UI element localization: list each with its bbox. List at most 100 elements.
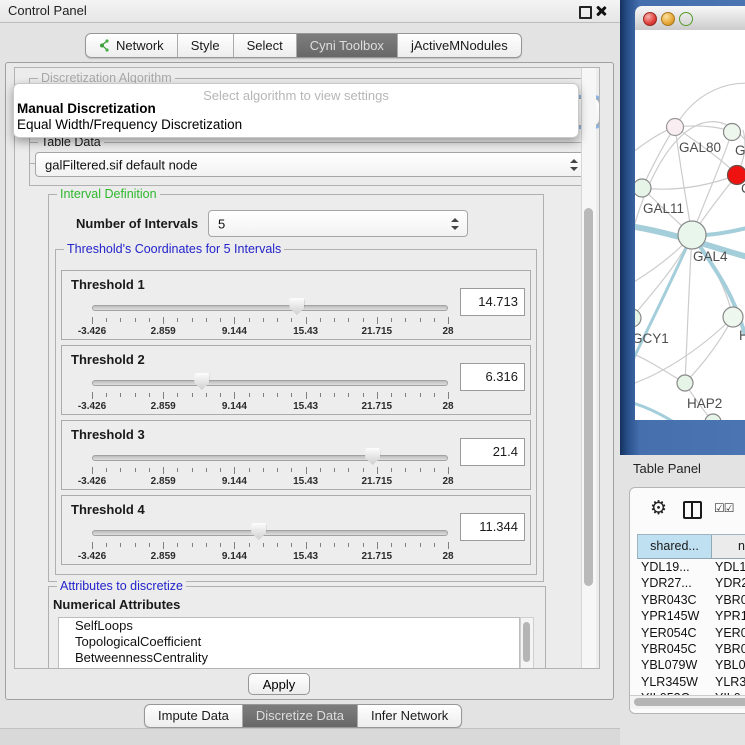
node-label: HAP2 [687, 396, 722, 411]
column-header-name[interactable]: na [712, 535, 745, 558]
network-edge-highlighted[interactable] [635, 235, 692, 368]
attribute-item[interactable]: BetweennessCentrality [59, 650, 519, 666]
node-gal11[interactable] [635, 179, 651, 197]
network-canvas[interactable]: GAL80GACGAL11GAL4GCY1HHAP2 [635, 30, 745, 420]
table-row[interactable]: YDR27...YDR2 [637, 575, 745, 591]
table-horizontal-scrollbar[interactable] [630, 695, 745, 709]
network-window-titlebar[interactable] [635, 6, 745, 31]
discretize-scroll-area: Discretization Algorithm Table Data galF… [14, 67, 600, 669]
control-panel-titlebar: Control Panel [0, 0, 620, 23]
tab-discretize-data[interactable]: Discretize Data [242, 705, 357, 727]
column-header-shared[interactable]: shared... [638, 535, 712, 558]
numerical-attributes-list[interactable]: SelfLoopsTopologicalCoefficientBetweenne… [58, 617, 520, 669]
table-data-combobox[interactable]: galFiltered.sif default node [35, 152, 587, 177]
cell-shared-name: YBL079W [637, 657, 711, 673]
cell-name: YPR1 [711, 608, 745, 624]
traffic-light-close-icon[interactable] [643, 12, 657, 26]
node-pink[interactable] [667, 119, 684, 136]
algorithm-option-2[interactable]: Equal Width/Frequency Discretization [16, 117, 576, 133]
threshold-label: Threshold 2 [71, 352, 145, 367]
threshold-slider[interactable]: -3.4262.8599.14415.4321.71528 [92, 451, 448, 485]
float-icon[interactable] [579, 6, 592, 19]
table-row[interactable]: YER054CYER0 [637, 625, 745, 641]
slider-track[interactable] [92, 380, 448, 386]
node-hap2[interactable] [677, 375, 693, 391]
slider-thumb[interactable] [365, 448, 380, 465]
table-row[interactable]: YPR145WYPR1 [637, 608, 745, 624]
checkbox-icons[interactable]: ☑☑ [714, 501, 734, 515]
node-table: shared... na YDL19...YDL1YDR27...YDR2YBR… [637, 534, 745, 696]
apply-button[interactable]: Apply [248, 673, 310, 695]
tab-select[interactable]: Select [233, 34, 296, 57]
table-row[interactable]: YDL19...YDL1 [637, 559, 745, 575]
threshold-value-field[interactable]: 14.713 [460, 288, 525, 316]
threshold-label: Threshold 3 [71, 427, 145, 442]
threshold-slider[interactable]: -3.4262.8599.14415.4321.71528 [92, 301, 448, 335]
numerical-attributes-label: Numerical Attributes [53, 597, 180, 612]
split-columns-icon[interactable] [683, 501, 702, 519]
attribute-item[interactable]: TopologicalCoefficient [59, 634, 519, 650]
tab-cyni-toolbox[interactable]: Cyni Toolbox [296, 34, 397, 57]
cell-name: YLR3 [711, 674, 745, 690]
tab-label: Impute Data [158, 705, 229, 727]
slider-ticks [92, 392, 448, 400]
gear-icon[interactable]: ⚙ [650, 497, 667, 519]
slider-thumb[interactable] [251, 523, 266, 540]
table-row[interactable]: YLR345WYLR3 [637, 674, 745, 690]
traffic-light-minimize-icon[interactable] [661, 12, 675, 26]
num-intervals-combobox[interactable]: 5 [208, 210, 468, 237]
tab-infer-network[interactable]: Infer Network [357, 705, 461, 727]
table-row[interactable]: YBL079WYBL0 [637, 657, 745, 673]
threshold-slider[interactable]: -3.4262.8599.14415.4321.71528 [92, 526, 448, 560]
table-row[interactable]: YBR043CYBR0 [637, 592, 745, 608]
traffic-light-zoom-icon[interactable] [679, 12, 693, 26]
network-edge[interactable] [635, 235, 692, 318]
threshold-slider[interactable]: -3.4262.8599.14415.4321.71528 [92, 376, 448, 410]
num-intervals-label: Number of Intervals [76, 216, 198, 231]
tab-network[interactable]: Network [86, 34, 177, 57]
slider-track[interactable] [92, 305, 448, 311]
algorithm-option-1[interactable]: Manual Discretization [16, 101, 576, 117]
tab-label: Cyni Toolbox [310, 34, 384, 57]
cell-name: YBR0 [711, 592, 745, 608]
threshold-label: Threshold 4 [71, 502, 145, 517]
slider-thumb[interactable] [289, 298, 304, 315]
node-topright[interactable] [724, 124, 741, 141]
table-row[interactable]: YBR045CYBR0 [637, 641, 745, 657]
threshold-value-field[interactable]: 21.4 [460, 438, 525, 466]
slider-thumb[interactable] [194, 373, 209, 390]
node-gal4[interactable] [678, 221, 706, 249]
attributes-group: Attributes to discretize Numerical Attri… [48, 586, 546, 669]
slider-track[interactable] [92, 530, 448, 536]
scrollbar-thumb[interactable] [634, 698, 745, 706]
network-edge[interactable] [635, 352, 685, 383]
tab-label: Discretize Data [256, 705, 344, 727]
scrollbar-thumb[interactable] [523, 622, 530, 662]
network-edge[interactable] [642, 127, 675, 188]
attribute-item[interactable]: SelfLoops [59, 618, 519, 634]
network-edge[interactable] [685, 317, 733, 383]
scrollbar-thumb[interactable] [584, 208, 593, 586]
panel-vertical-scrollbar[interactable] [581, 68, 596, 668]
network-edge[interactable] [685, 235, 692, 383]
node-label: H [739, 328, 745, 343]
network-edge[interactable] [642, 175, 737, 189]
slider-tick-labels: -3.4262.8599.14415.4321.71528 [92, 551, 448, 563]
network-edge[interactable] [675, 83, 745, 127]
threshold-value-field[interactable]: 6.316 [460, 363, 525, 391]
threshold-value-field[interactable]: 11.344 [460, 513, 525, 541]
node-h[interactable] [723, 307, 743, 327]
threshold-label: Threshold 1 [71, 277, 145, 292]
tab-label: jActiveMNodules [411, 34, 508, 57]
cell-shared-name: YER054C [637, 625, 711, 641]
tab-style[interactable]: Style [177, 34, 233, 57]
bottom-strip [0, 728, 620, 745]
attributes-list-scrollbar[interactable] [520, 617, 534, 669]
node-gcy1[interactable] [635, 309, 641, 327]
close-icon[interactable] [595, 5, 607, 17]
tab-impute-data[interactable]: Impute Data [145, 705, 242, 727]
slider-track[interactable] [92, 455, 448, 461]
table-panel: ⚙ ☑☑ shared... na YDL19...YDL1YDR27...YD… [629, 487, 745, 714]
network-edge-highlighted[interactable] [635, 402, 677, 420]
tab-jactivemnodules[interactable]: jActiveMNodules [397, 34, 521, 57]
